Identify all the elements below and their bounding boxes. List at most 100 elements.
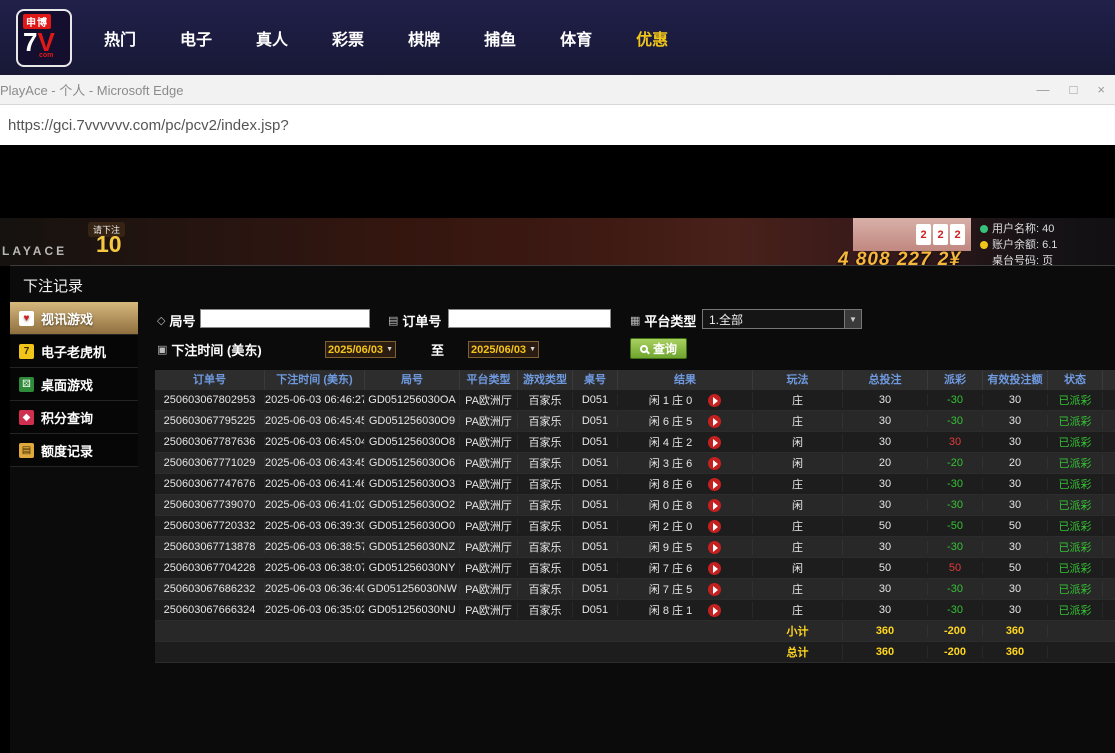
table-cell: PA欧洲厅 xyxy=(460,539,518,555)
table-cell: 已派彩 xyxy=(1048,476,1103,492)
result-text: 闲 4 庄 2 xyxy=(649,434,692,450)
dealer-cards-area: 222 xyxy=(853,218,971,251)
play-video-icon[interactable] xyxy=(708,520,721,533)
nav-item[interactable]: 体育 xyxy=(560,26,592,50)
table-cell: GD051256030O0 xyxy=(365,520,460,532)
nav-item[interactable]: 真人 xyxy=(256,26,288,50)
play-video-icon[interactable] xyxy=(708,499,721,512)
column-header: 平台类型 xyxy=(460,370,518,390)
table-cell: 30 xyxy=(843,583,928,595)
table-cell: -200 xyxy=(928,646,983,658)
nav-item[interactable]: 电子 xyxy=(180,26,212,50)
table-cell: 百家乐 xyxy=(518,497,573,513)
play-video-icon[interactable] xyxy=(708,394,721,407)
table-cell: 30 xyxy=(983,499,1048,511)
table-cell: -20 xyxy=(928,457,983,469)
date-to-select[interactable]: 2025/06/03 ▼ xyxy=(468,341,539,358)
calendar-icon: ▣ xyxy=(157,343,167,356)
sidebar-item-table-games[interactable]: ⚄桌面游戏 xyxy=(10,368,138,401)
table-cell: 30 xyxy=(983,394,1048,406)
table-cell: 已派彩 xyxy=(1048,392,1103,408)
ledger-icon: ▤ xyxy=(19,443,34,458)
play-video-icon[interactable] xyxy=(708,604,721,617)
play-video-icon[interactable] xyxy=(708,457,721,470)
sidebar-item-quota-records[interactable]: ▤额度记录 xyxy=(10,434,138,467)
table-cell: 闲 8 庄 1 xyxy=(618,602,753,618)
play-video-icon[interactable] xyxy=(708,415,721,428)
result-text: 闲 9 庄 5 xyxy=(649,539,692,555)
nav-item[interactable]: 棋牌 xyxy=(408,26,440,50)
browser-titlebar: PlayAce - 个人 - Microsoft Edge — □ × xyxy=(0,75,1115,105)
sidebar-item-video-games[interactable]: ♥视讯游戏 xyxy=(10,302,138,335)
table-cell: -30 xyxy=(928,415,983,427)
play-video-icon[interactable] xyxy=(708,436,721,449)
table-cell: GD051256030O3 xyxy=(365,478,460,490)
table-cell: 2025-06-03 06:35:02 xyxy=(265,604,365,616)
column-header: 总投注 xyxy=(843,370,928,390)
table-cell: PA欧洲厅 xyxy=(460,497,518,513)
table-cell: 庄 xyxy=(753,392,843,408)
slot-machine-icon: 7 xyxy=(19,344,34,359)
nav-item[interactable]: 彩票 xyxy=(332,26,364,50)
chevron-down-icon: ▼ xyxy=(386,346,393,353)
table-cell: 百家乐 xyxy=(518,539,573,555)
sidebar-item-label: 视讯游戏 xyxy=(41,309,93,328)
nav-item[interactable]: 捕鱼 xyxy=(484,26,516,50)
table-cell: 30 xyxy=(843,394,928,406)
table-cell: 360 xyxy=(843,646,928,658)
bet-records-table: 订单号下注时间 (美东)局号平台类型游戏类型桌号结果玩法总投注派彩有效投注额状态… xyxy=(155,370,1115,663)
order-number-input[interactable] xyxy=(448,309,611,328)
table-cell: PA欧洲厅 xyxy=(460,476,518,492)
table-cell: 250603067713878 xyxy=(155,541,265,553)
round-number-input[interactable] xyxy=(200,309,370,328)
table-cell: GD051256030NU xyxy=(365,604,460,616)
table-cell: 30 xyxy=(983,415,1048,427)
username-label: 用户名称: 40 xyxy=(992,221,1054,237)
table-cell: 250603067771029 xyxy=(155,457,265,469)
table-cell: 30 xyxy=(843,499,928,511)
date-from-select[interactable]: 2025/06/03 ▼ xyxy=(325,341,396,358)
table-cell: D051 xyxy=(573,583,618,595)
table-row: 2506030677390702025-06-03 06:41:02GD0512… xyxy=(155,495,1115,516)
address-bar[interactable]: https://gci.7vvvvvv.com/pc/pcv2/index.js… xyxy=(0,105,1115,145)
table-cell: 250603067686232 xyxy=(155,583,265,595)
playing-card: 2 xyxy=(933,224,948,245)
nav-item[interactable]: 优惠 xyxy=(636,26,668,50)
table-row: 2506030677952252025-06-03 06:45:45GD0512… xyxy=(155,411,1115,432)
maximize-icon[interactable]: □ xyxy=(1070,82,1078,97)
table-cell: 已派彩 xyxy=(1048,455,1103,471)
table-cell: 小计 xyxy=(753,623,843,639)
table-cell: -30 xyxy=(928,499,983,511)
site-logo[interactable]: 申博 7 V com xyxy=(16,9,72,67)
round-number-label: ◇ 局号 xyxy=(157,311,195,330)
table-cell: -30 xyxy=(928,541,983,553)
table-cell: -30 xyxy=(928,583,983,595)
close-icon[interactable]: × xyxy=(1097,82,1105,97)
play-video-icon[interactable] xyxy=(708,562,721,575)
search-button[interactable]: 查询 xyxy=(630,338,687,359)
sidebar-item-points[interactable]: ◆积分查询 xyxy=(10,401,138,434)
table-cell: GD051256030O6 xyxy=(365,457,460,469)
play-video-icon[interactable] xyxy=(708,478,721,491)
table-brand-label: LAYACE xyxy=(2,244,67,258)
table-cell: 闲 4 庄 2 xyxy=(618,434,753,450)
table-cell: 已派彩 xyxy=(1048,560,1103,576)
table-cell: 250603067739070 xyxy=(155,499,265,511)
platform-type-icon: ▦ xyxy=(630,314,640,327)
play-video-icon[interactable] xyxy=(708,541,721,554)
column-header: 状态 xyxy=(1048,370,1103,390)
table-cell: D051 xyxy=(573,436,618,448)
nav-item[interactable]: 热门 xyxy=(104,26,136,50)
table-cell: 闲 7 庄 5 xyxy=(618,581,753,597)
table-cell: 庄 xyxy=(753,413,843,429)
platform-type-select[interactable]: 1.全部 ▼ xyxy=(702,309,862,329)
result-text: 闲 2 庄 0 xyxy=(649,518,692,534)
table-cell: PA欧洲厅 xyxy=(460,602,518,618)
table-cell: PA欧洲厅 xyxy=(460,518,518,534)
play-video-icon[interactable] xyxy=(708,583,721,596)
order-number-icon: ▤ xyxy=(388,314,398,327)
balance-label: 账户余额: 6.1 xyxy=(992,237,1057,253)
dice-icon: ⚄ xyxy=(19,377,34,392)
minimize-icon[interactable]: — xyxy=(1037,82,1050,97)
sidebar-item-slots[interactable]: 7电子老虎机 xyxy=(10,335,138,368)
